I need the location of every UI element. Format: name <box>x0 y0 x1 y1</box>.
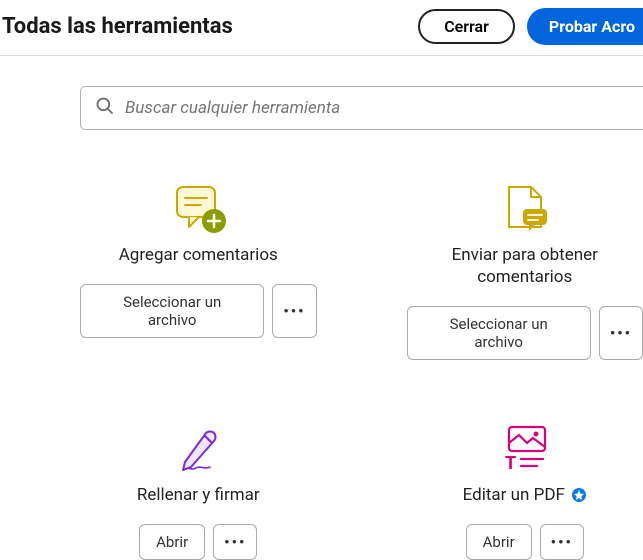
tool-title-text: Editar un PDF <box>463 484 565 506</box>
more-button[interactable]: ••• <box>599 306 643 360</box>
search-input[interactable] <box>125 98 629 118</box>
tool-card-send-comments: Enviar para obtener comentarios Seleccio… <box>407 180 643 360</box>
select-file-button[interactable]: Seleccionar un archivo <box>80 284 264 338</box>
premium-badge-icon <box>571 487 587 503</box>
search-icon <box>95 96 115 120</box>
open-button[interactable]: Abrir <box>139 524 205 560</box>
fill-sign-icon <box>170 420 226 478</box>
close-button[interactable]: Cerrar <box>418 9 515 44</box>
tool-actions: Abrir ••• <box>466 524 584 560</box>
add-comments-icon <box>167 180 229 238</box>
more-button[interactable]: ••• <box>272 284 316 338</box>
tool-actions: Seleccionar un archivo ••• <box>80 284 317 338</box>
edit-pdf-icon: T <box>497 420 553 478</box>
try-acrobat-button[interactable]: Probar Acro <box>527 8 643 45</box>
tool-card-fill-sign: Rellenar y firmar Abrir ••• <box>80 420 317 560</box>
open-button[interactable]: Abrir <box>466 524 532 560</box>
tool-card-add-comments: Agregar comentarios Seleccionar un archi… <box>80 180 317 360</box>
tool-title: Editar un PDF <box>463 484 587 506</box>
search-container <box>0 56 643 130</box>
tool-title: Enviar para obtener comentarios <box>407 244 643 288</box>
header: Todas las herramientas Cerrar Probar Acr… <box>0 0 643 56</box>
select-file-button[interactable]: Seleccionar un archivo <box>407 306 591 360</box>
search-box[interactable] <box>80 86 643 130</box>
tool-title: Agregar comentarios <box>119 244 278 266</box>
tools-grid: Agregar comentarios Seleccionar un archi… <box>0 130 643 560</box>
svg-text:T: T <box>505 453 516 474</box>
more-button[interactable]: ••• <box>213 524 257 560</box>
header-actions: Cerrar Probar Acro <box>418 8 643 45</box>
more-button[interactable]: ••• <box>540 524 584 560</box>
send-comments-icon <box>495 180 555 238</box>
tool-card-edit-pdf: T Editar un PDF Abrir ••• <box>407 420 643 560</box>
page-title: Todas las herramientas <box>2 14 233 39</box>
tool-title: Rellenar y firmar <box>137 484 260 506</box>
tool-actions: Abrir ••• <box>139 524 257 560</box>
tool-actions: Seleccionar un archivo ••• <box>407 306 643 360</box>
